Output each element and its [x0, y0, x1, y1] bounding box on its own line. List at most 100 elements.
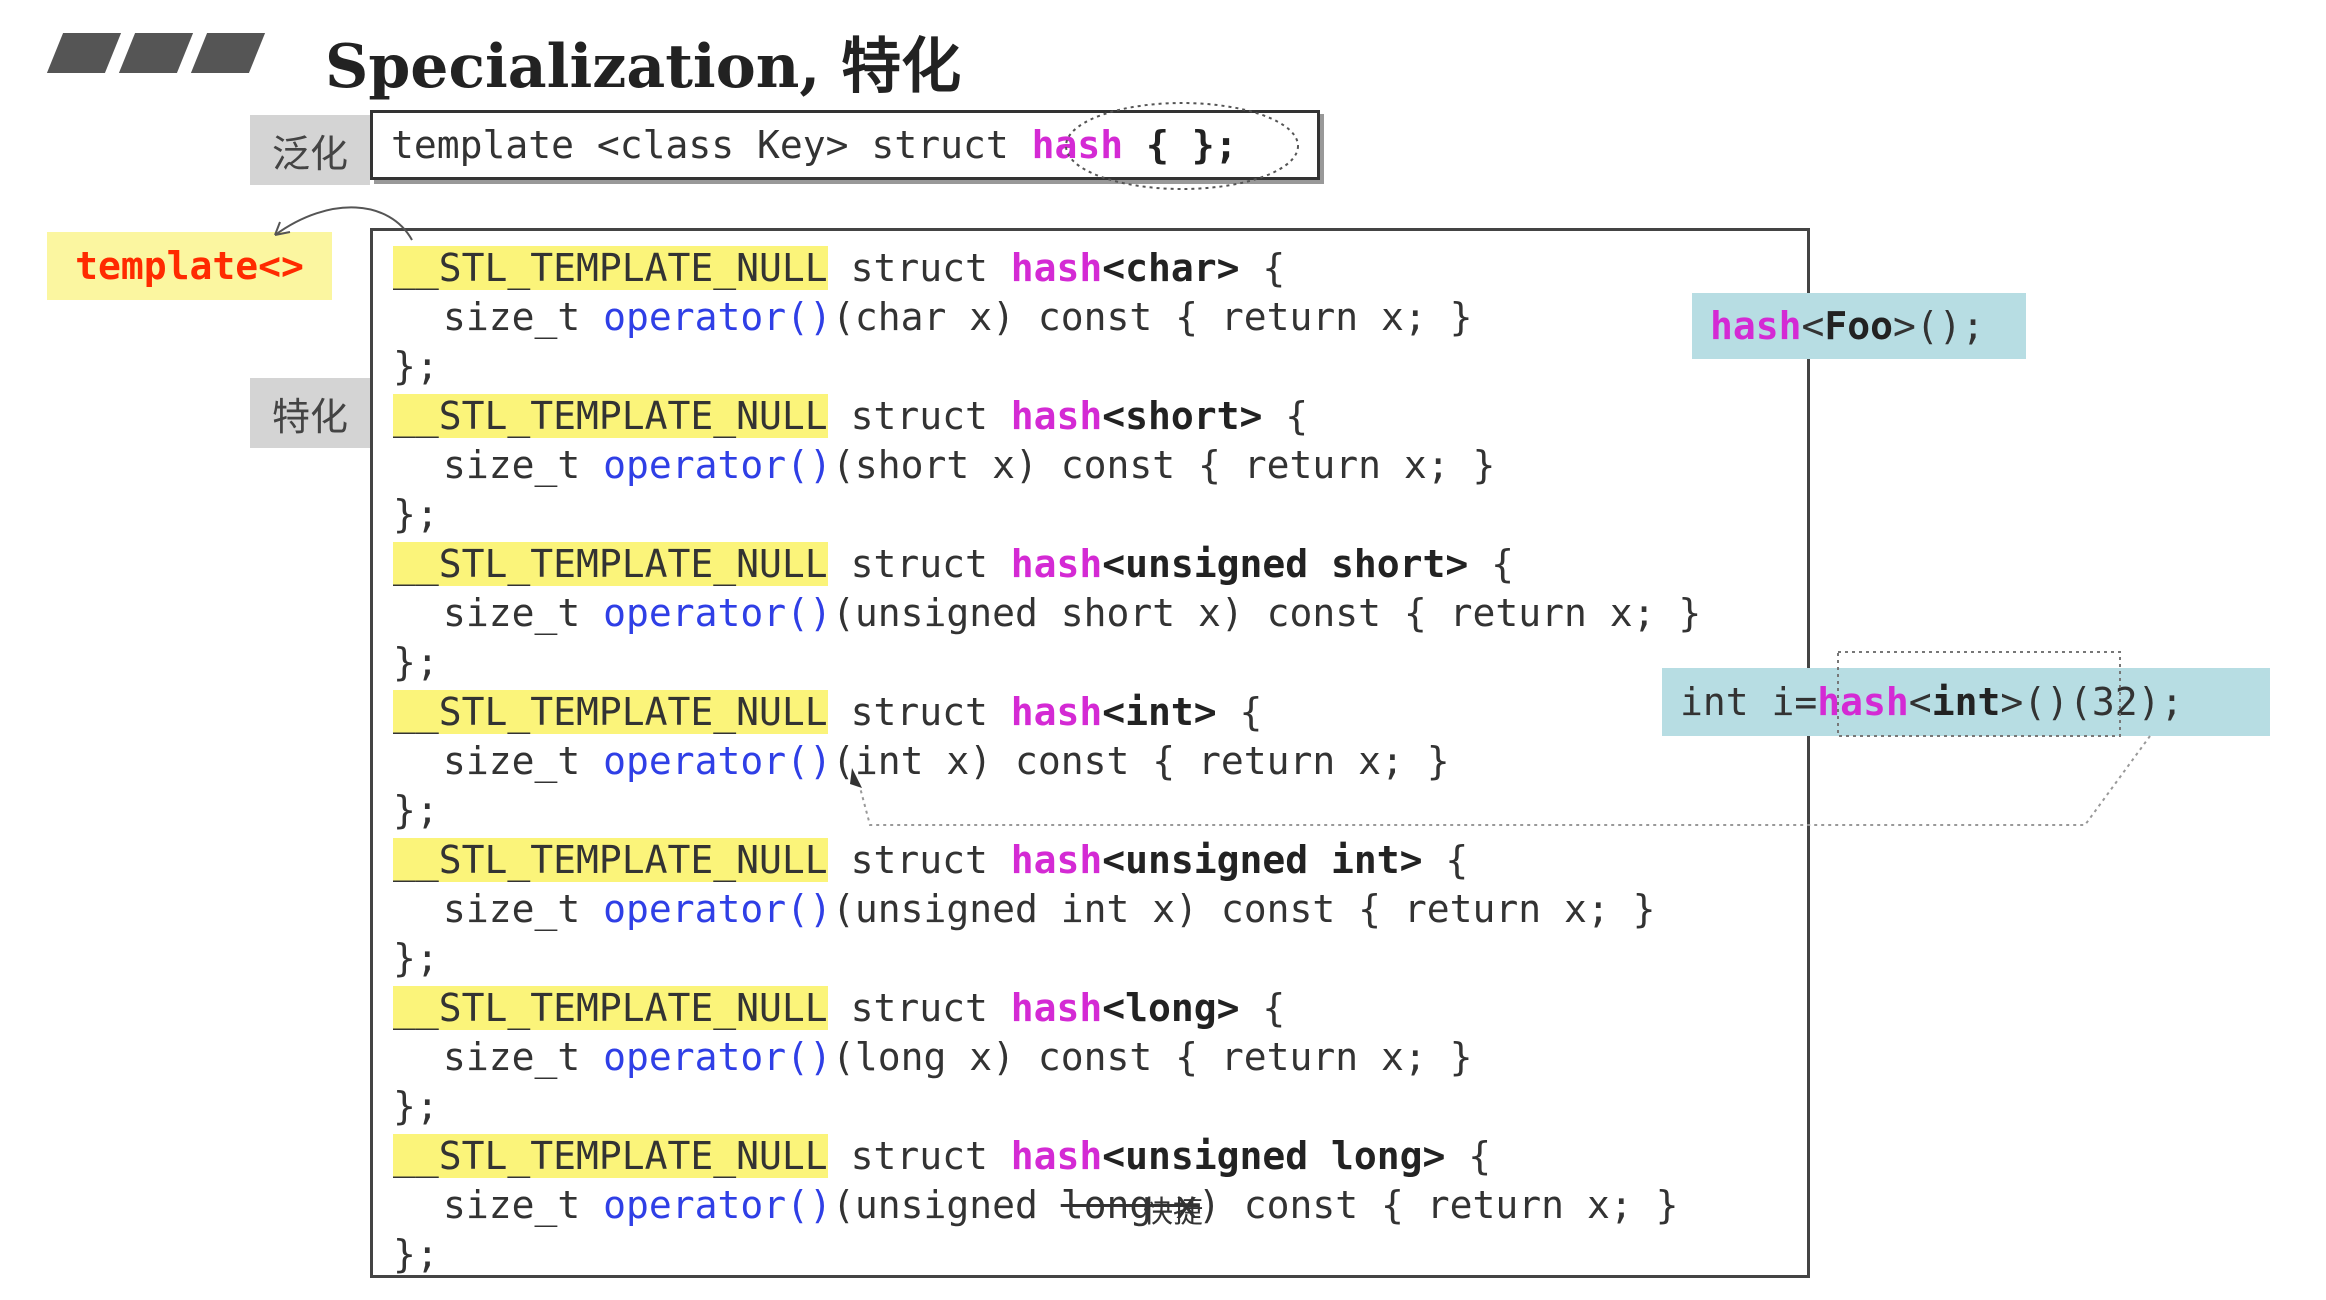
lt: <: [1908, 680, 1932, 724]
param: (short x): [831, 443, 1038, 487]
header-bar-2: [118, 33, 194, 73]
open-brace: {: [1422, 838, 1469, 882]
hash-name: hash: [1010, 1134, 1103, 1178]
param: (unsigned short x): [831, 591, 1244, 635]
macro: __STL_TEMPLATE_NULL: [393, 394, 828, 438]
struct-keyword: struct: [827, 838, 1011, 882]
open-brace: {: [1239, 986, 1286, 1030]
close-line-char: };: [393, 344, 439, 388]
hash-name: hash: [1010, 690, 1103, 734]
macro: __STL_TEMPLATE_NULL: [393, 542, 828, 586]
template-arg: <char>: [1102, 246, 1240, 290]
generic-suffix: { };: [1123, 123, 1238, 167]
lt: <: [1801, 304, 1825, 348]
hash-name: hash: [1010, 986, 1103, 1030]
param: (unsigned int x): [831, 887, 1198, 931]
generic-prefix: template <class Key> struct: [391, 123, 1032, 167]
return-type: size_t: [443, 443, 604, 487]
return-type: size_t: [443, 887, 604, 931]
operator-line-unsigned-long: size_t operator()(unsigned long x) const…: [443, 1183, 1678, 1227]
arg: (32);: [2068, 680, 2184, 724]
open-brace: {: [1445, 1134, 1492, 1178]
hash-name: hash: [1010, 542, 1103, 586]
template-label: template<>: [47, 232, 332, 300]
type: Foo: [1824, 304, 1894, 348]
macro: __STL_TEMPLATE_NULL: [393, 246, 828, 290]
close-line-short: };: [393, 492, 439, 536]
param: (char x): [831, 295, 1015, 339]
template-arg: <short>: [1102, 394, 1263, 438]
operator-line-short: size_t operator()(short x) const { retur…: [443, 443, 1495, 487]
param-prefix: (unsigned: [831, 1183, 1061, 1227]
hash-name: hash: [1010, 838, 1103, 882]
struct-line-short: __STL_TEMPLATE_NULL struct hash<short> {: [393, 394, 1308, 438]
close-line-unsigned-long: };: [393, 1232, 439, 1276]
hash-name: hash: [1817, 680, 1909, 724]
close-line-long: };: [393, 1084, 439, 1128]
hash-foo-box: hash < Foo >();: [1692, 293, 2026, 359]
struct-keyword: struct: [827, 542, 1011, 586]
param: (int x): [831, 739, 993, 783]
struct-keyword: struct: [827, 1134, 1011, 1178]
operator-name: operator(): [603, 1183, 832, 1227]
specialize-label: 特化: [250, 378, 370, 448]
hash-name: hash: [1010, 246, 1103, 290]
operator-line-int: size_t operator()(int x) const { return …: [443, 739, 1450, 783]
struct-keyword: struct: [827, 394, 1011, 438]
operator-line-long: size_t operator()(long x) const { return…: [443, 1035, 1473, 1079]
decl-prefix: int i=: [1680, 680, 1818, 724]
struct-line-int: __STL_TEMPLATE_NULL struct hash<int> {: [393, 690, 1262, 734]
open-brace: {: [1216, 690, 1263, 734]
struct-line-long: __STL_TEMPLATE_NULL struct hash<long> {: [393, 986, 1285, 1030]
operator-name: operator(): [603, 443, 832, 487]
template-arg: <long>: [1102, 986, 1240, 1030]
close-line-unsigned-short: };: [393, 640, 439, 684]
rest: >();: [1893, 304, 1985, 348]
open-brace: {: [1239, 246, 1286, 290]
operator-name: operator(): [603, 739, 832, 783]
return-type: size_t: [443, 1035, 604, 1079]
generic-hash: hash: [1031, 123, 1124, 167]
struct-line-char: __STL_TEMPLATE_NULL struct hash<char> {: [393, 246, 1285, 290]
page-title: Specialization, 特化: [325, 32, 962, 102]
generic-declaration: template <class Key> struct hash { };: [370, 110, 1320, 180]
type: int: [1931, 680, 2001, 724]
body: const { return x; }: [1014, 295, 1473, 339]
return-type: size_t: [443, 739, 604, 783]
generic-label: 泛化: [250, 115, 370, 185]
struct-line-unsigned-short: __STL_TEMPLATE_NULL struct hash<unsigned…: [393, 542, 1514, 586]
operator-line-char: size_t operator()(char x) const { return…: [443, 295, 1473, 339]
body: const { return x; }: [1220, 1183, 1679, 1227]
macro: __STL_TEMPLATE_NULL: [393, 838, 828, 882]
return-type: size_t: [443, 295, 604, 339]
mid: >(): [2000, 680, 2069, 724]
shortcut-overlay: 快捷: [1143, 1195, 1203, 1230]
open-brace: {: [1262, 394, 1309, 438]
hash-int-call-box: int i= hash < int >() (32);: [1662, 668, 2270, 736]
return-type: size_t: [443, 591, 604, 635]
open-brace: {: [1468, 542, 1515, 586]
operator-name: operator(): [603, 887, 832, 931]
return-type: size_t: [443, 1183, 604, 1227]
param: (long x): [831, 1035, 1015, 1079]
macro: __STL_TEMPLATE_NULL: [393, 986, 828, 1030]
close-line-unsigned-int: };: [393, 936, 439, 980]
body: const { return x; }: [992, 739, 1450, 783]
close-line-int: };: [393, 788, 439, 832]
body: const { return x; }: [1243, 591, 1702, 635]
struct-keyword: struct: [827, 246, 1011, 290]
template-arg: <unsigned short>: [1102, 542, 1469, 586]
macro: __STL_TEMPLATE_NULL: [393, 690, 828, 734]
operator-name: operator(): [603, 591, 832, 635]
template-arg: <unsigned long>: [1102, 1134, 1446, 1178]
struct-keyword: struct: [827, 690, 1011, 734]
body: const { return x; }: [1037, 443, 1496, 487]
operator-line-unsigned-short: size_t operator()(unsigned short x) cons…: [443, 591, 1701, 635]
template-arg: <int>: [1102, 690, 1217, 734]
operator-name: operator(): [603, 1035, 832, 1079]
hash-name: hash: [1710, 304, 1802, 348]
hash-name: hash: [1010, 394, 1103, 438]
header-bar-1: [46, 33, 122, 73]
struct-line-unsigned-long: __STL_TEMPLATE_NULL struct hash<unsigned…: [393, 1134, 1491, 1178]
body: const { return x; }: [1197, 887, 1656, 931]
